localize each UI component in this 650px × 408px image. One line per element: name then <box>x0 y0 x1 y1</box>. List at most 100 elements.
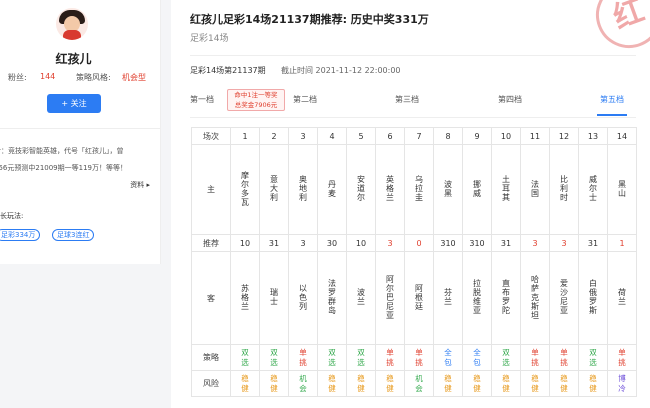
pick-cell-text[interactable]: 31 <box>501 239 511 248</box>
pick-cell-text[interactable]: 310 <box>469 239 484 248</box>
match-table: 场次 1 2 3 4 5 6 7 8 9 10 11 12 13 14 主摩尔多瓦 意大利 奥地利 丹麦 安道尔 英格… <box>191 127 637 397</box>
pick-cell: 3 <box>288 234 318 252</box>
strategy-badge-text: 单挑 <box>618 347 626 367</box>
prize-line: 总奖金7906元 <box>234 101 278 109</box>
away-team: 哈萨克斯坦 <box>520 251 550 345</box>
row-label: 客 <box>191 251 231 345</box>
risk-badge-text: 机会 <box>415 373 423 393</box>
match-number: 14 <box>607 127 637 145</box>
away-team: 直布罗陀 <box>491 251 521 345</box>
pick-cell-text[interactable]: 31 <box>269 239 279 248</box>
strategy-badge: 单挑 <box>520 344 550 371</box>
match-number-text: 1 <box>242 131 248 141</box>
pick-cell-text[interactable]: 10 <box>356 239 366 248</box>
strategy-badge: 双选 <box>317 344 347 371</box>
pick-cell: 10 <box>230 234 260 252</box>
intro-line: 456元预测中21009期一等119万！等等！ <box>0 164 127 172</box>
strategy-badge-text: 双选 <box>270 347 278 367</box>
away-team: 瑞士 <box>259 251 289 345</box>
pick-cell-text[interactable]: 1 <box>619 239 624 248</box>
profile-more-link[interactable]: 资料 ▸ <box>130 179 150 192</box>
risk-badge-text: 博冷 <box>618 373 626 393</box>
risk-badge-text: 稳健 <box>589 373 597 393</box>
tag-badge[interactable]: 足球3连红 <box>52 229 95 241</box>
away-team-text: 荷兰 <box>617 288 627 306</box>
fans-label: 粉丝: <box>8 73 27 82</box>
home-team-text: 法国 <box>530 179 540 198</box>
row-pick: 推荐 10 31 3 30 10 3 0 310 310 31 3 3 31 1 <box>191 234 637 252</box>
pick-cell: 0 <box>404 234 434 252</box>
strategy-badge: 双选 <box>346 344 376 371</box>
pick-cell-text[interactable]: 3 <box>387 239 392 248</box>
active-tab-indicator <box>597 114 627 116</box>
risk-badge: 机会 <box>404 370 434 397</box>
fans-count: 144 <box>40 72 56 81</box>
away-team: 阿尔巴尼亚 <box>375 251 405 345</box>
away-team-text: 芬兰 <box>443 288 453 306</box>
risk-badge: 机会 <box>288 370 318 397</box>
away-team-text: 拉脱维亚 <box>472 279 482 315</box>
pick-cell: 10 <box>346 234 376 252</box>
strategy-badge-text: 双选 <box>357 347 365 367</box>
row-label: 场次 <box>191 127 231 145</box>
divider <box>0 128 160 129</box>
pick-cell-text[interactable]: 30 <box>327 239 337 248</box>
strategy-badge: 单挑 <box>549 344 579 371</box>
away-team-text: 哈萨克斯坦 <box>530 274 540 320</box>
home-team-text: 安道尔 <box>356 175 366 202</box>
pick-cell-text[interactable]: 3 <box>532 239 537 248</box>
pick-cell-text[interactable]: 3 <box>561 239 566 248</box>
home-team: 英格兰 <box>375 144 405 235</box>
prize-tooltip: 命中1注一等奖 总奖金7906元 <box>227 89 285 111</box>
pick-cell-text[interactable]: 10 <box>240 239 250 248</box>
pick-cell: 1 <box>607 234 637 252</box>
tab-tier-5[interactable]: 第五档 <box>600 94 624 105</box>
tab-tier-3[interactable]: 第三档 <box>395 94 419 105</box>
tab-tier-2[interactable]: 第二档 <box>293 94 317 105</box>
risk-badge: 稳健 <box>549 370 579 397</box>
strategy-badge: 全包 <box>433 344 463 371</box>
match-number: 7 <box>404 127 434 145</box>
match-number-text: 6 <box>387 131 393 141</box>
strategy-badge-text: 单挑 <box>299 347 307 367</box>
strategy-badge: 单挑 <box>375 344 405 371</box>
home-team: 黑山 <box>607 144 637 235</box>
pick-cell-text[interactable]: 310 <box>440 239 455 248</box>
match-number: 13 <box>578 127 608 145</box>
pick-cell: 310 <box>433 234 463 252</box>
pick-cell-text[interactable]: 31 <box>588 239 598 248</box>
strategy-badge: 双选 <box>578 344 608 371</box>
home-team-text: 黑山 <box>617 179 627 198</box>
match-number: 12 <box>549 127 579 145</box>
risk-badge-text: 稳健 <box>270 373 278 393</box>
pick-cell: 31 <box>491 234 521 252</box>
follow-button[interactable]: + 关注 <box>47 94 101 113</box>
pick-cell: 3 <box>520 234 550 252</box>
red-stamp-icon: 红 <box>586 0 650 58</box>
tab-tier-4[interactable]: 第四档 <box>498 94 522 105</box>
home-team-text: 波黑 <box>443 179 453 198</box>
risk-badge-text: 稳健 <box>241 373 249 393</box>
match-number-text: 8 <box>445 131 451 141</box>
pick-cell-text[interactable]: 3 <box>300 239 305 248</box>
row-index: 场次 1 2 3 4 5 6 7 8 9 10 11 12 13 14 <box>191 127 637 145</box>
risk-badge: 稳健 <box>230 370 260 397</box>
risk-badge-text: 机会 <box>299 373 307 393</box>
avatar[interactable] <box>56 8 88 40</box>
pick-cell-text[interactable]: 0 <box>416 239 421 248</box>
risk-badge: 稳健 <box>578 370 608 397</box>
away-team-text: 瑞士 <box>269 288 279 306</box>
divider <box>190 55 636 56</box>
risk-badge: 稳健 <box>433 370 463 397</box>
away-team: 苏格兰 <box>230 251 260 345</box>
home-team-text: 奥地利 <box>298 175 308 202</box>
tag-badge[interactable]: 足彩334万 <box>0 229 41 241</box>
match-number-text: 7 <box>416 131 422 141</box>
home-team-text: 意大利 <box>269 175 279 202</box>
expert-play-label: 长玩法: <box>0 212 24 220</box>
strategy-badge-text: 全包 <box>473 347 481 367</box>
risk-badge: 稳健 <box>346 370 376 397</box>
tab-tier-1[interactable]: 第一档 <box>190 94 214 105</box>
strategy-style-value: 机会型 <box>122 73 146 82</box>
risk-badge-text: 稳健 <box>473 373 481 393</box>
